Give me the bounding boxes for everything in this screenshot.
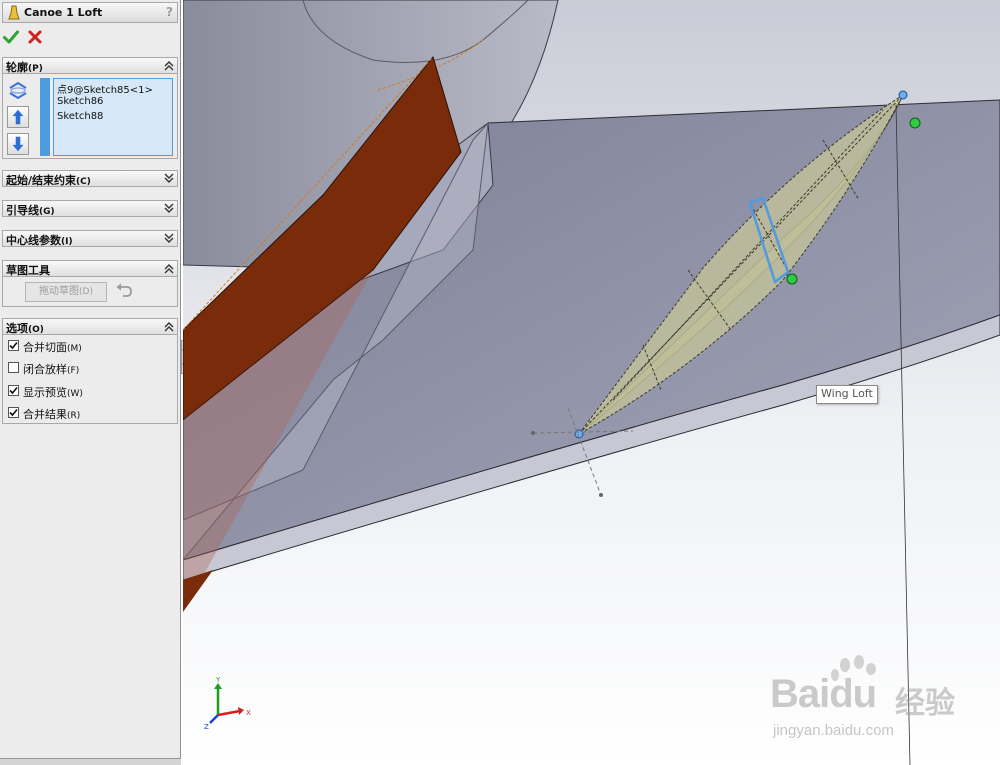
checkmark-icon [9, 341, 18, 350]
chevron-down-icon[interactable] [164, 171, 174, 186]
guide-curves-header[interactable]: 引导线(G) [2, 200, 178, 217]
chevron-up-icon[interactable] [164, 58, 174, 73]
connector-handle[interactable] [786, 273, 798, 285]
sketch-point[interactable] [898, 90, 908, 100]
undo-icon[interactable] [115, 283, 133, 299]
option-label: 显示预览 [23, 386, 67, 399]
profile-item[interactable]: 点9@Sketch85<1> [57, 81, 153, 96]
start-end-shortcut: (C) [76, 177, 91, 187]
option-label: 合并切面 [23, 341, 67, 354]
sketch-tools-label: 草图工具 [6, 264, 50, 277]
chevron-down-icon[interactable] [164, 201, 174, 216]
centerline-shortcut: (I) [61, 237, 73, 247]
axis-endpoint [599, 493, 603, 497]
checkmark-icon [9, 386, 18, 395]
option-shortcut: (M) [67, 344, 82, 354]
options-label: 选项 [6, 322, 28, 335]
graphics-viewport[interactable] [183, 0, 1000, 765]
chevron-up-icon[interactable] [164, 319, 174, 334]
cancel-x-icon[interactable] [27, 29, 43, 45]
sketch-tools-header[interactable]: 草图工具 [2, 260, 178, 277]
profile-item[interactable]: Sketch86 [57, 96, 103, 107]
sketch-tools-body: 拖动草图(D) [2, 277, 178, 307]
axis-endpoint [531, 431, 535, 435]
option-shortcut: (R) [67, 411, 81, 421]
options-group-header[interactable]: 选项(O) [2, 318, 178, 335]
guide-curves-label: 引导线 [6, 204, 39, 217]
help-button[interactable]: ? [166, 5, 173, 19]
watermark-brand: Baidu [770, 672, 877, 716]
show-preview-checkbox[interactable] [8, 385, 19, 396]
centerline-params-header[interactable]: 中心线参数(I) [2, 230, 178, 247]
property-manager: Canoe 1 Loft ? 轮廓(P) 点9@Sketch85<1> Sket… [0, 0, 181, 765]
merge-result-checkbox[interactable] [8, 407, 19, 418]
start-end-label: 起始/结束约束 [6, 174, 77, 187]
connector-handle[interactable] [909, 117, 921, 129]
z-axis [209, 714, 219, 724]
z-axis-label: Z [204, 723, 209, 730]
profiles-shortcut: (P) [28, 64, 43, 74]
profiles-list-indicator [40, 78, 50, 156]
move-down-arrow-icon[interactable] [7, 133, 29, 155]
drag-sketch-button[interactable]: 拖动草图(D) [25, 282, 107, 302]
model-scene [183, 0, 1000, 765]
profiles-listbox[interactable]: 点9@Sketch85<1> Sketch86 Sketch88 [53, 78, 173, 156]
profiles-label: 轮廓 [6, 61, 28, 74]
option-shortcut: (F) [67, 366, 80, 376]
checkmark-icon [9, 408, 18, 417]
x-axis-arrow [238, 707, 244, 715]
profiles-group-body: 点9@Sketch85<1> Sketch86 Sketch88 [2, 74, 178, 159]
loft-tooltip: Wing Loft [816, 385, 878, 404]
option-shortcut: (W) [67, 389, 83, 399]
profiles-group-header[interactable]: 轮廓(P) [2, 57, 178, 74]
option-label: 闭合放样 [23, 363, 67, 376]
x-axis-label: X [246, 709, 251, 717]
feature-titlebar: Canoe 1 Loft ? [2, 2, 178, 23]
guide-curves-shortcut: (G) [39, 207, 55, 217]
watermark-cn: 经验 [895, 686, 955, 721]
options-shortcut: (O) [28, 325, 44, 335]
ok-check-icon[interactable] [3, 29, 19, 45]
merge-tangent-faces-checkbox[interactable] [8, 340, 19, 351]
start-end-constraints-header[interactable]: 起始/结束约束(C) [2, 170, 178, 187]
close-loft-checkbox[interactable] [8, 362, 19, 373]
chevron-down-icon[interactable] [164, 231, 174, 246]
chevron-up-icon[interactable] [164, 261, 174, 276]
watermark-url: jingyan.baidu.com [773, 722, 894, 739]
profile-item[interactable]: Sketch88 [57, 111, 103, 122]
loft-feature-icon [8, 5, 20, 20]
centerline-label: 中心线参数 [6, 234, 61, 247]
profile-select-icon[interactable] [7, 79, 29, 101]
drag-sketch-label: 拖动草图 [39, 286, 80, 297]
y-axis-label: Y [215, 676, 221, 684]
drag-sketch-shortcut: (D) [79, 287, 93, 297]
feature-title: Canoe 1 Loft [24, 6, 103, 19]
x-axis [217, 709, 241, 717]
option-label: 合并结果 [23, 408, 67, 421]
move-up-arrow-icon[interactable] [7, 106, 29, 128]
panel-bottom-tabs [0, 758, 181, 765]
reference-triad: Y X Z [204, 676, 251, 730]
options-group-body: 合并切面(M) 闭合放样(F) 显示预览(W) 合并结果(R) [2, 335, 178, 424]
